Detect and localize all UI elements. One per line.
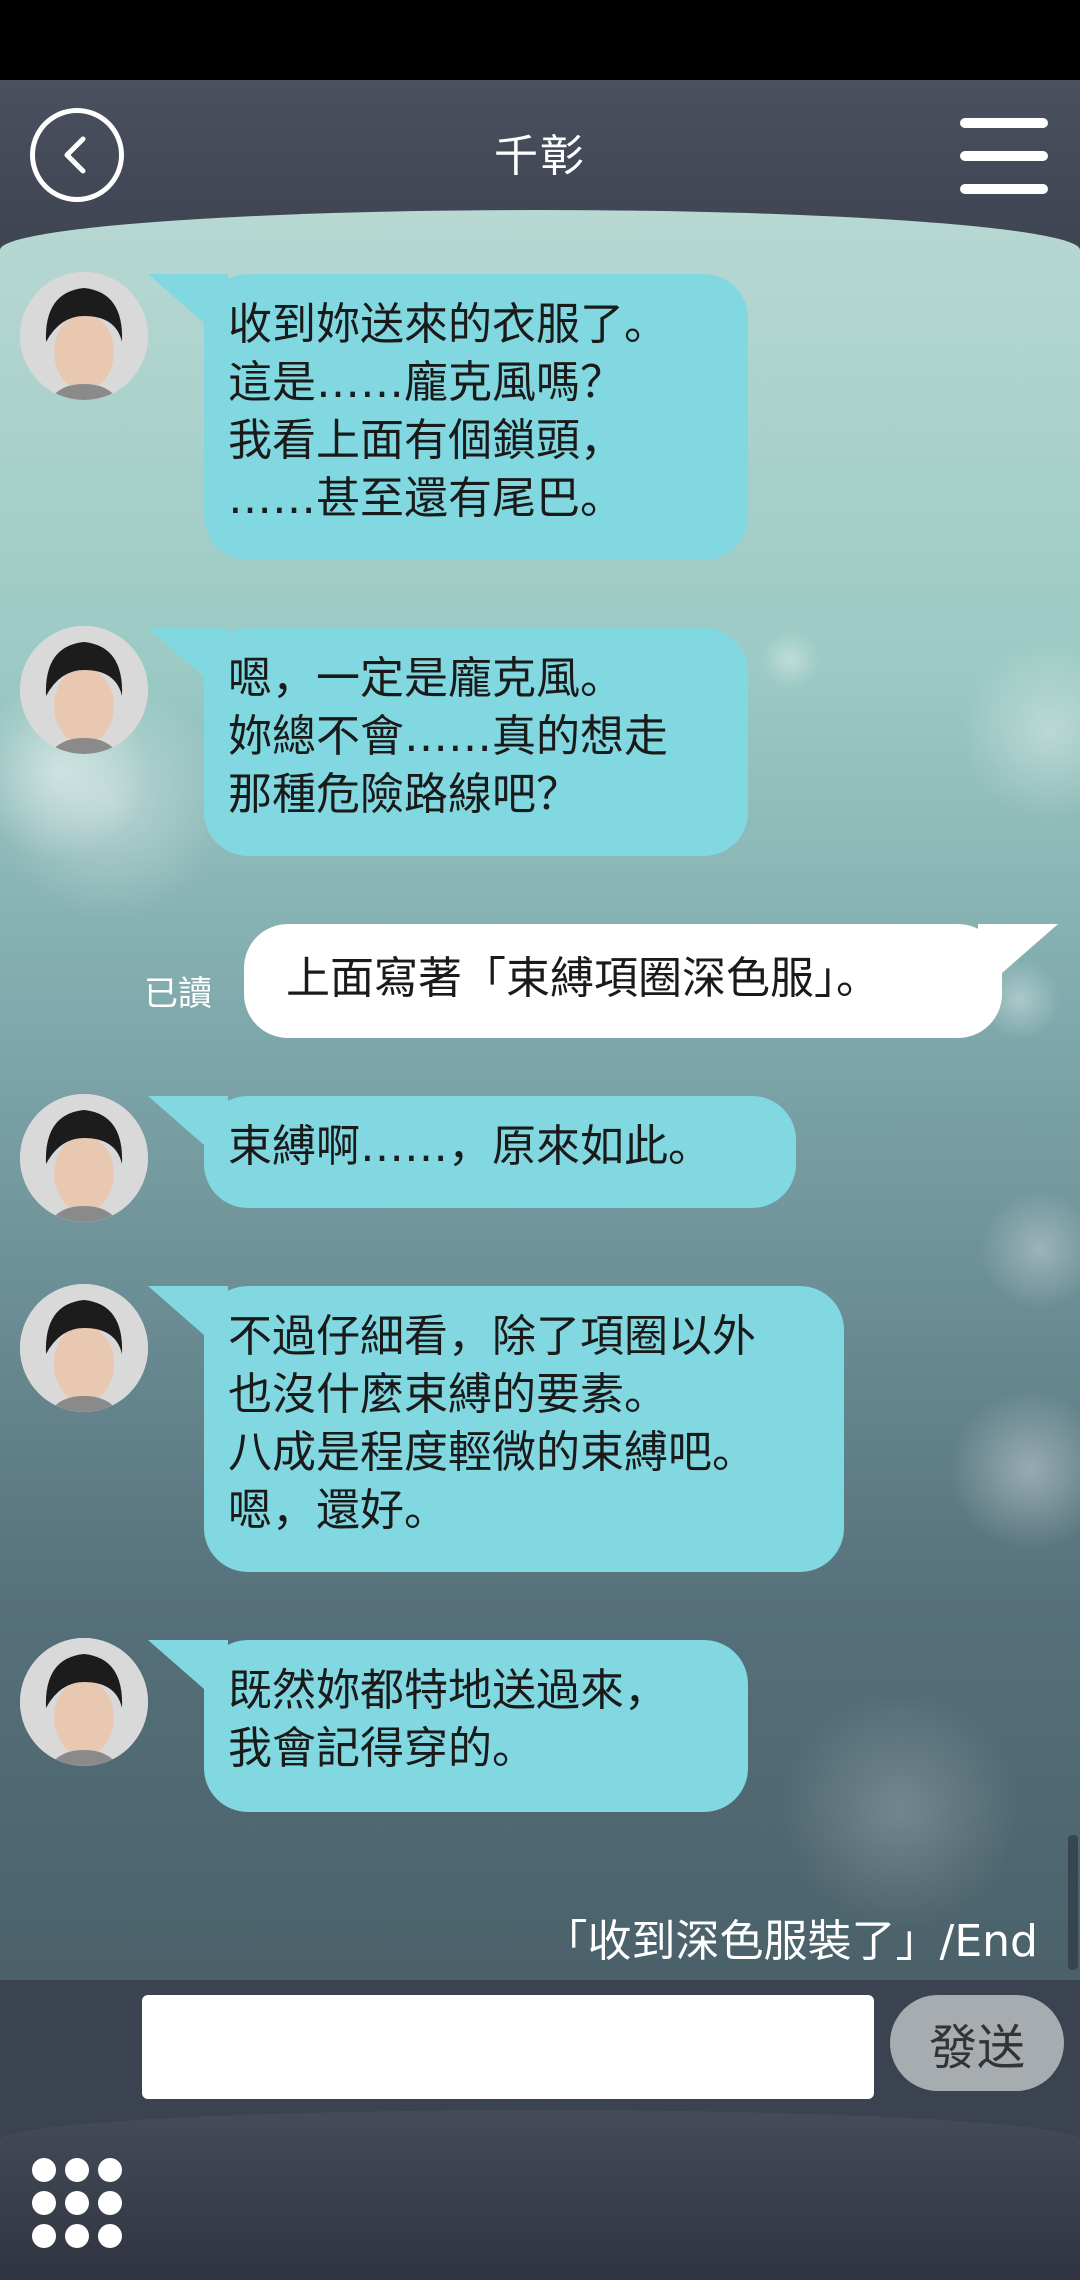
message-bubble: 不過仔細看，除了項圈以外 也沒什麼束縛的要素。 八成是程度輕微的束縛吧。 嗯，還… xyxy=(148,1286,844,1572)
status-bar xyxy=(0,0,1080,80)
read-status: 已讀 xyxy=(144,974,212,1014)
scrollbar[interactable] xyxy=(1068,1835,1078,1970)
chat-area[interactable]: 收到妳送來的衣服了。 這是……龐克風嗎？ 我看上面有個鎖頭， ……甚至還有尾巴。… xyxy=(0,210,1080,2010)
message-bubble-own: 上面寫著「束縛項圈深色服」。 xyxy=(244,924,1058,1038)
message-input[interactable] xyxy=(142,1995,874,2099)
contact-name: 千彰 xyxy=(494,131,586,182)
contact-avatar[interactable] xyxy=(20,272,148,400)
input-bar: 發送 xyxy=(0,1980,1080,2130)
end-label: 「收到深色服裝了」/End xyxy=(543,1916,1038,1967)
contact-avatar[interactable] xyxy=(20,626,148,754)
hamburger-icon xyxy=(960,118,1048,128)
avatar-portrait-icon xyxy=(20,626,148,754)
send-button[interactable]: 發送 xyxy=(890,1995,1064,2091)
message-bubble: 束縛啊……，原來如此。 xyxy=(148,1096,796,1208)
bottom-panel xyxy=(0,2110,1080,2280)
app-root: 千彰 收到妳送來的衣服了。 這是……龐克風嗎？ 我看上面有個鎖頭， ……甚至還有… xyxy=(0,0,1080,2280)
contact-avatar[interactable] xyxy=(20,1094,148,1222)
message-bubble: 嗯，一定是龐克風。 妳總不會……真的想走 那種危險路線吧？ xyxy=(148,628,748,856)
apps-grid-icon[interactable] xyxy=(32,2158,122,2248)
avatar-portrait-icon xyxy=(20,1094,148,1222)
menu-button[interactable] xyxy=(960,118,1048,194)
contact-avatar[interactable] xyxy=(20,1638,148,1766)
message-bubble: 既然妳都特地送過來， 我會記得穿的。 xyxy=(148,1640,748,1812)
avatar-portrait-icon xyxy=(20,1284,148,1412)
avatar-portrait-icon xyxy=(20,1638,148,1766)
contact-avatar[interactable] xyxy=(20,1284,148,1412)
avatar-portrait-icon xyxy=(20,272,148,400)
message-bubble: 收到妳送來的衣服了。 這是……龐克風嗎？ 我看上面有個鎖頭， ……甚至還有尾巴。 xyxy=(148,274,748,560)
